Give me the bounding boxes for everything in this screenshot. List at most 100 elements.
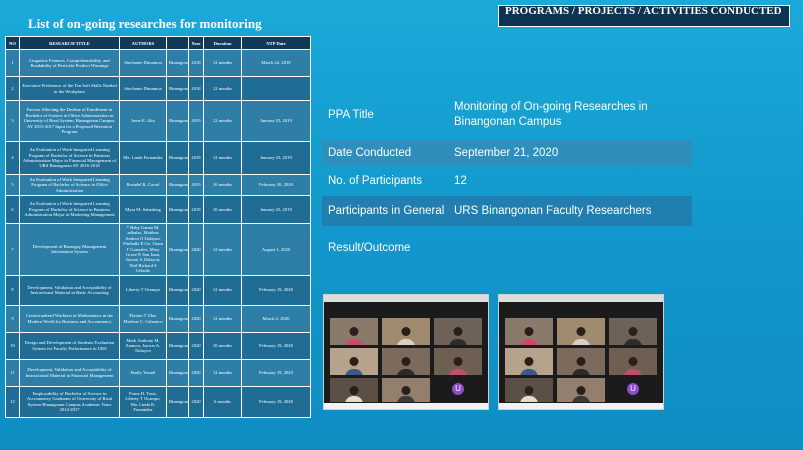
ppa-label: Participants in General (328, 205, 445, 217)
cell-no: 6 (5, 195, 20, 224)
cell-ntp-date: February 20, 2020 (241, 174, 311, 196)
video-grid: U (324, 302, 488, 403)
video-tile (382, 348, 430, 375)
cell-title: Contextualized Worktext in Mathematics i… (19, 304, 120, 333)
table-row: 6 An Evaluation of Work Integrated Learni… (5, 195, 311, 224)
video-tile (557, 348, 605, 375)
table-row: 2 Executive Preference of the Ten Soft Sk… (5, 76, 311, 101)
ppa-value: URS Binangonan Faculty Researchers (454, 205, 652, 217)
table-row: 4 An Evaluation of Work Integrated Learni… (5, 141, 311, 175)
table-row: 9 Contextualized Worktext in Mathematics … (5, 304, 311, 333)
video-tile: U (434, 378, 482, 402)
table-row: 3 Factors Affecting the Decline of Enroll… (5, 100, 311, 142)
cell-authors: Sinchanie Dimamoa (119, 76, 167, 101)
table-row: 1 Linguistic Features, Comprehensibility,… (5, 49, 311, 77)
table-header-row: NO RESEARCH TITLE AUTHORS Year Duration … (5, 36, 311, 50)
zoom-meeting-photo-1: U (323, 294, 489, 410)
table-row: 7 Development of Barangay Management Info… (5, 223, 311, 276)
cell-ntp-date: March 2, 2020 (241, 304, 311, 333)
ppa-row-title: PPA Title Monitoring of On-going Researc… (322, 90, 692, 140)
video-tile (609, 348, 657, 375)
cell-title: Development, Validation and Acceptabilit… (19, 358, 120, 387)
cell-title: Executive Preference of the Ten Soft Ski… (19, 76, 120, 101)
cell-authors: Irene E. Alta (119, 100, 167, 142)
ppa-value: 12 (454, 175, 467, 187)
cell-campus: Binangonan (166, 76, 189, 101)
cell-ntp-date: February 19, 2020 (241, 274, 311, 306)
ppa-label: Result/Outcome (328, 242, 411, 254)
table-row: 10 Design and Development of Students Eva… (5, 331, 311, 360)
cell-duration: 12 months (203, 274, 242, 306)
cell-ntp-date: January 25, 2019 (241, 195, 311, 224)
cell-year: 2020 (188, 274, 204, 306)
cell-duration: 12 months (203, 49, 242, 77)
ppa-row-date: Date Conducted September 21, 2020 (322, 140, 692, 166)
cell-duration: 12 months (203, 358, 242, 387)
video-tile (505, 378, 553, 402)
research-table: NO RESEARCH TITLE AUTHORS Year Duration … (5, 36, 311, 418)
cell-year: 2020 (188, 304, 204, 333)
cell-no: 5 (5, 174, 20, 196)
cell-duration: 12 months (203, 76, 242, 101)
cell-no: 12 (5, 385, 20, 418)
cell-campus: Binangonan (166, 358, 189, 387)
table-row: 8 Development, Validation and Acceptabili… (5, 274, 311, 306)
cell-authors: * Baby Ganna M. adhalas, Matthea Andrea … (119, 223, 167, 276)
browser-bar (499, 295, 663, 302)
cell-no: 7 (5, 223, 20, 276)
cell-year: 2019 (188, 100, 204, 142)
col-header-title: RESEARCH TITLE (19, 36, 120, 50)
cell-title: An Evaluation of Work Integrated Learnin… (19, 195, 120, 224)
cell-authors: Myra M. Sabadong (119, 195, 167, 224)
video-tile: U (609, 378, 657, 402)
cell-title: An Evaluation of Work Integrated Learnin… (19, 174, 120, 196)
cell-title: Employability of Bachelor of Science in … (19, 385, 120, 418)
cell-year: 2020 (188, 385, 204, 418)
cell-no: 1 (5, 49, 20, 77)
cell-no: 11 (5, 358, 20, 387)
cell-authors: Emily Yosuel (119, 358, 167, 387)
video-tile (505, 348, 553, 375)
cell-authors: Franz D. Tasis, Liberty T Ocampo, Ma. Li… (119, 385, 167, 418)
video-tile (330, 348, 378, 375)
cell-no: 2 (5, 76, 20, 101)
video-tile (382, 378, 430, 402)
cell-campus: Binangonan (166, 385, 189, 418)
ppa-value: Monitoring of On-going Researches in Bin… (454, 101, 648, 128)
cell-campus: Binangonan (166, 100, 189, 142)
browser-bar (324, 295, 488, 302)
ppa-label: No. of Participants (328, 175, 422, 187)
cell-no: 9 (5, 304, 20, 333)
user-avatar-icon: U (452, 383, 464, 395)
ppa-row-result: Result/Outcome (322, 226, 692, 270)
cell-year: 2019 (188, 195, 204, 224)
cell-no: 3 (5, 100, 20, 142)
cell-title: Design and Development of Students Evalu… (19, 331, 120, 360)
cell-campus: Binangonan (166, 331, 189, 360)
cell-ntp-date: January 25, 2019 (241, 141, 311, 175)
zoom-meeting-photo-2: U (498, 294, 664, 410)
col-header-ntp-date: NTP Date (241, 36, 311, 50)
ppa-label: PPA Title (328, 109, 374, 121)
col-header-year: Year (188, 36, 204, 50)
cell-campus: Binangonan (166, 274, 189, 306)
cell-authors: Ma. Linda Fernandez (119, 141, 167, 175)
cell-ntp-date: August 1, 2020 (241, 223, 311, 276)
cell-duration: 10 months (203, 331, 242, 360)
video-tile (382, 318, 430, 345)
video-tile (434, 348, 482, 375)
video-tile (557, 318, 605, 345)
col-header-authors: AUTHORS (119, 36, 167, 50)
cell-duration: 12 months (203, 100, 242, 142)
cell-duration: 12 months (203, 141, 242, 175)
cell-ntp-date: February 19, 2020 (241, 385, 311, 418)
ppa-panel: PPA Title Monitoring of On-going Researc… (322, 90, 692, 270)
cell-campus: Binangonan (166, 223, 189, 276)
cell-authors: Rosadel R. Corral (119, 174, 167, 196)
cell-authors: Liberty T Ocampo (119, 274, 167, 306)
cell-ntp-date: March 22, 2018 (241, 49, 311, 77)
cell-year: 2019 (188, 141, 204, 175)
video-tile (557, 378, 605, 402)
cell-title: Development of Barangay Management Infor… (19, 223, 120, 276)
table-row: 5 An Evaluation of Work Integrated Learni… (5, 174, 311, 196)
